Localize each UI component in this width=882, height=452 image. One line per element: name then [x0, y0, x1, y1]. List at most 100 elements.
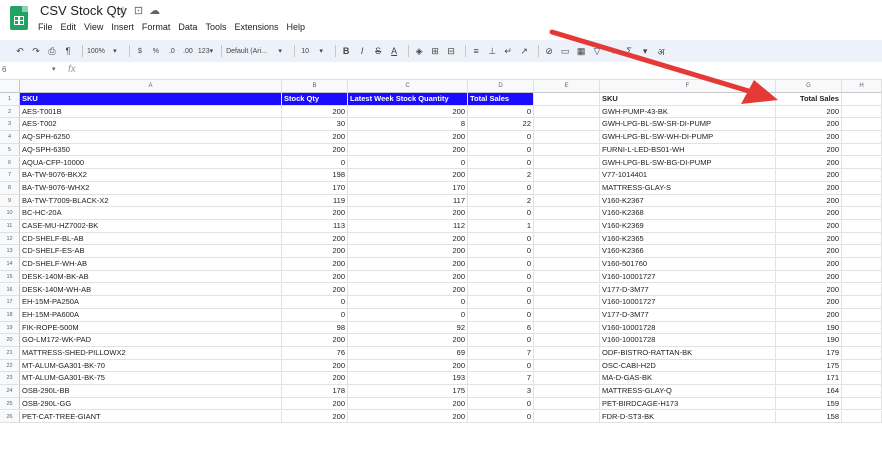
cell-total-sales-2[interactable]: 200: [776, 220, 842, 233]
select-all-corner[interactable]: [0, 80, 20, 93]
row-number[interactable]: 19: [0, 321, 20, 335]
empty-cell[interactable]: [534, 169, 600, 182]
row-number[interactable]: 15: [0, 270, 20, 284]
name-box-caret-icon[interactable]: ▾: [52, 65, 56, 73]
cell-stock-qty[interactable]: 0: [282, 308, 348, 322]
font-select[interactable]: Default (Ari...: [226, 43, 270, 59]
cell-sku[interactable]: CD-SHELF-ES-AB: [20, 245, 282, 259]
cell-sku[interactable]: BC-HC-20A: [20, 207, 282, 220]
empty-cell[interactable]: [842, 118, 882, 132]
cell-total-sales[interactable]: 0: [468, 143, 534, 157]
empty-cell[interactable]: [534, 93, 600, 106]
cell-sku-2[interactable]: MATTRESS-GLAY-Q: [600, 385, 776, 398]
empty-cell[interactable]: [534, 220, 600, 233]
column-header-d[interactable]: D: [468, 80, 534, 93]
empty-cell[interactable]: [842, 347, 882, 360]
empty-cell[interactable]: [842, 385, 882, 398]
cell-sku-2[interactable]: V177-D-3M77: [600, 283, 776, 297]
cell-sku-2[interactable]: V160-501760: [600, 258, 776, 271]
cell-sku-2[interactable]: V77-1014401: [600, 169, 776, 182]
cell-sku-2[interactable]: MA-D-GAS-BK: [600, 372, 776, 386]
zoom-select[interactable]: 100%: [87, 43, 105, 59]
font-size-caret-icon[interactable]: ▾: [315, 43, 327, 59]
header-stock-qty[interactable]: Stock Qty: [282, 93, 348, 106]
column-header-h[interactable]: H: [842, 80, 882, 93]
cell-total-sales[interactable]: 0: [468, 270, 534, 284]
cell-sku[interactable]: BA-TW-T7009-BLACK-X2: [20, 194, 282, 208]
text-wrap-icon[interactable]: ↵: [502, 43, 514, 59]
empty-cell[interactable]: [534, 232, 600, 246]
insert-comment-icon[interactable]: ▭: [559, 43, 571, 59]
strikethrough-button[interactable]: S: [372, 43, 384, 59]
cell-latest-week-stock[interactable]: 200: [348, 359, 468, 373]
empty-cell[interactable]: [534, 245, 600, 259]
cell-total-sales[interactable]: 0: [468, 156, 534, 170]
increase-decimal-button[interactable]: .00: [182, 43, 194, 59]
empty-cell[interactable]: [842, 359, 882, 373]
cell-sku[interactable]: OSB-290L-GG: [20, 397, 282, 411]
cell-latest-week-stock[interactable]: 200: [348, 283, 468, 297]
row-number[interactable]: 22: [0, 359, 20, 373]
cell-total-sales-2[interactable]: 200: [776, 143, 842, 157]
menu-help[interactable]: Help: [286, 22, 305, 32]
header-sku[interactable]: SKU: [20, 93, 282, 106]
bold-button[interactable]: B: [340, 43, 352, 59]
cell-total-sales[interactable]: 0: [468, 308, 534, 322]
header-latest-week-stock-quantity[interactable]: Latest Week Stock Quantity: [348, 93, 468, 106]
cell-stock-qty[interactable]: 76: [282, 347, 348, 360]
cell-sku-2[interactable]: V160-10001727: [600, 296, 776, 309]
row-number[interactable]: 3: [0, 118, 20, 132]
cell-total-sales-2[interactable]: 200: [776, 181, 842, 195]
column-header-b[interactable]: B: [282, 80, 348, 93]
column-header-f[interactable]: F: [600, 80, 776, 93]
cell-latest-week-stock[interactable]: 117: [348, 194, 468, 208]
cell-stock-qty[interactable]: 198: [282, 169, 348, 182]
cell-sku-2[interactable]: GWH-LPG-BL-SW-SR-DI-PUMP: [600, 118, 776, 132]
cell-total-sales[interactable]: 0: [468, 283, 534, 297]
cell-latest-week-stock[interactable]: 200: [348, 169, 468, 182]
empty-cell[interactable]: [842, 169, 882, 182]
cell-sku[interactable]: GO-LM172-WK-PAD: [20, 334, 282, 347]
font-caret-icon[interactable]: ▾: [274, 43, 286, 59]
cell-latest-week-stock[interactable]: 200: [348, 270, 468, 284]
empty-cell[interactable]: [534, 397, 600, 411]
name-box[interactable]: 6: [2, 65, 54, 77]
cell-sku-2[interactable]: V160-10001727: [600, 270, 776, 284]
cell-sku[interactable]: AQ-SPH-6350: [20, 143, 282, 157]
text-rotation-icon[interactable]: ↗: [518, 43, 530, 59]
menu-tools[interactable]: Tools: [205, 22, 226, 32]
empty-cell[interactable]: [842, 334, 882, 347]
cell-total-sales-2[interactable]: 200: [776, 207, 842, 220]
empty-cell[interactable]: [534, 156, 600, 170]
menu-data[interactable]: Data: [178, 22, 197, 32]
cell-latest-week-stock[interactable]: 92: [348, 321, 468, 335]
empty-cell[interactable]: [842, 207, 882, 220]
cell-total-sales[interactable]: 0: [468, 232, 534, 246]
cell-latest-week-stock[interactable]: 0: [348, 308, 468, 322]
empty-cell[interactable]: [534, 283, 600, 297]
insert-chart-icon[interactable]: ▦: [575, 43, 587, 59]
move-icon[interactable]: ⊡: [134, 5, 149, 17]
cell-latest-week-stock[interactable]: 200: [348, 334, 468, 347]
row-number[interactable]: 4: [0, 131, 20, 144]
row-number[interactable]: 8: [0, 181, 20, 195]
document-title[interactable]: CSV Stock Qty: [40, 3, 127, 18]
cell-latest-week-stock[interactable]: 8: [348, 118, 468, 132]
cell-sku-2[interactable]: GWH-LPG-BL-SW-BG-DI-PUMP: [600, 156, 776, 170]
cell-sku-2[interactable]: FURNI-L-LED-BS01-WH: [600, 143, 776, 157]
column-header-e[interactable]: E: [534, 80, 600, 93]
cell-total-sales[interactable]: 6: [468, 321, 534, 335]
percent-button[interactable]: %: [150, 43, 162, 59]
cell-total-sales-2[interactable]: 171: [776, 372, 842, 386]
cell-sku-2[interactable]: GWH-LPG-BL-SW-WH-DI-PUMP: [600, 131, 776, 144]
cell-total-sales-2[interactable]: 200: [776, 245, 842, 259]
fill-color-icon[interactable]: ◈: [413, 43, 425, 59]
empty-cell[interactable]: [842, 410, 882, 424]
cell-sku-2[interactable]: V160-K2365: [600, 232, 776, 246]
sheets-logo-icon[interactable]: [10, 6, 28, 30]
cell-sku-2[interactable]: V160-K2368: [600, 207, 776, 220]
cell-total-sales[interactable]: 1: [468, 220, 534, 233]
cell-total-sales-2[interactable]: 158: [776, 410, 842, 424]
cell-total-sales-2[interactable]: 190: [776, 321, 842, 335]
header-total-sales[interactable]: Total Sales: [468, 93, 534, 106]
